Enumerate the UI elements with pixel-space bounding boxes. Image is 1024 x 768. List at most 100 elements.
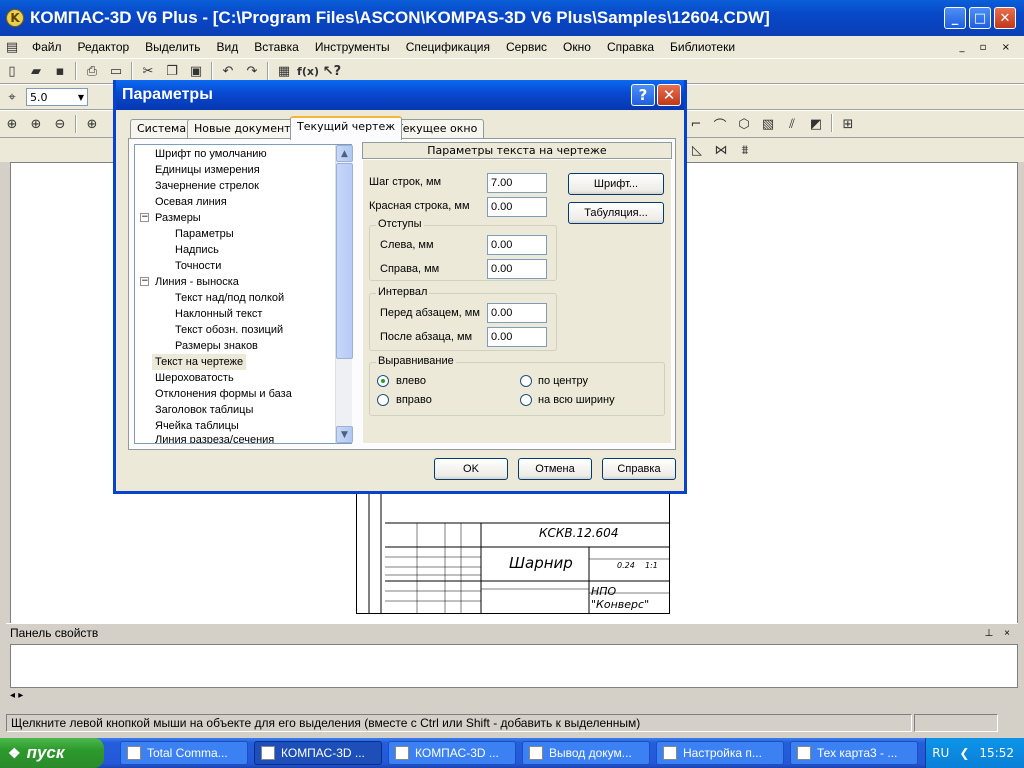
line-step-input[interactable]: 7.00 (487, 173, 547, 193)
menu-insert[interactable]: Вставка (246, 40, 307, 54)
zoom-out-icon[interactable]: ⊖ (50, 114, 70, 134)
collapse-icon[interactable]: − (140, 213, 149, 222)
menu-select[interactable]: Выделить (137, 40, 208, 54)
menu-editor[interactable]: Редактор (70, 40, 138, 54)
tree-item-selected[interactable]: Текст на чертеже (152, 354, 247, 370)
font-button[interactable]: Шрифт... (568, 173, 664, 195)
tree-item[interactable]: Текст над/под полкой (175, 290, 284, 306)
roughness-tool-icon[interactable]: ⩩ (735, 140, 755, 160)
menu-specification[interactable]: Спецификация (398, 40, 498, 54)
tree-item[interactable]: Зачернение стрелок (155, 178, 259, 194)
redo-icon[interactable]: ↷ (242, 61, 262, 81)
tabulation-button[interactable]: Табуляция... (568, 202, 664, 224)
zoom-scale-icon[interactable]: ⊕ (82, 114, 102, 134)
scroll-down-icon[interactable]: ▼ (336, 426, 353, 443)
zoom-window-icon[interactable]: ⊕ (2, 114, 22, 134)
help-button[interactable]: Справка (602, 458, 676, 480)
chamfer-icon[interactable]: ⌐ (686, 114, 706, 134)
app-title-bar[interactable]: K КОМПАС-3D V6 Plus - [C:\Program Files\… (0, 0, 1024, 36)
language-indicator[interactable]: RU (932, 746, 949, 760)
menu-service[interactable]: Сервис (498, 40, 555, 54)
task-word-3[interactable]: Тех карта3 - ... (790, 741, 918, 765)
menu-help[interactable]: Справка (599, 40, 662, 54)
function-icon[interactable]: f(x) (297, 61, 319, 81)
scroll-thumb[interactable] (336, 163, 353, 359)
task-word-2[interactable]: Настройка п... (656, 741, 784, 765)
align-justify-label[interactable]: на всю ширину (538, 394, 615, 406)
after-paragraph-input[interactable]: 0.00 (487, 327, 547, 347)
save-icon[interactable]: ▪ (50, 61, 70, 81)
fill-icon[interactable]: ◩ (806, 114, 826, 134)
open-folder-icon[interactable]: ▰ (26, 61, 46, 81)
task-total-commander[interactable]: Total Comma... (120, 741, 248, 765)
tree-item[interactable]: Размеры (155, 210, 201, 226)
tab-current-window[interactable]: Текущее окно (389, 119, 485, 139)
before-paragraph-input[interactable]: 0.00 (487, 303, 547, 323)
triangle-tool-icon[interactable]: ◺ (687, 140, 707, 160)
curve-icon[interactable]: ⌒ (710, 114, 730, 134)
tree-item[interactable]: Отклонения формы и база (155, 386, 292, 402)
maximize-button[interactable]: □ (969, 7, 991, 29)
tray-arrow-icon[interactable]: ❮ (959, 746, 969, 760)
bookmark-tool-icon[interactable]: ⋈ (711, 140, 731, 160)
preview-icon[interactable]: ▭ (106, 61, 126, 81)
collapse-icon[interactable]: − (140, 277, 149, 286)
task-kompas-2[interactable]: КОМПАС-3D ... (388, 741, 516, 765)
tree-item[interactable]: Надпись (175, 242, 219, 258)
tree-item[interactable]: Текст обозн. позиций (175, 322, 283, 338)
start-button[interactable]: ❖ пуск (0, 738, 104, 768)
tab-system[interactable]: Система (130, 119, 194, 139)
cancel-button[interactable]: Отмена (518, 458, 592, 480)
align-justify-radio[interactable] (520, 394, 532, 406)
tree-scrollbar[interactable]: ▲ ▼ (335, 145, 353, 443)
step-select[interactable]: 5.0 ▼ (26, 88, 88, 106)
menu-view[interactable]: Вид (209, 40, 247, 54)
tree-item[interactable]: Линия - выноска (155, 274, 239, 290)
align-right-radio[interactable] (377, 394, 389, 406)
red-line-input[interactable]: 0.00 (487, 197, 547, 217)
context-help-icon[interactable]: ↖? (322, 61, 342, 81)
panel-pin-close-icons[interactable]: ⊥ × (985, 628, 1014, 639)
align-center-label[interactable]: по центру (538, 375, 588, 387)
task-word-1[interactable]: Вывод докум... (522, 741, 650, 765)
tree-item[interactable]: Осевая линия (155, 194, 227, 210)
align-center-radio[interactable] (520, 375, 532, 387)
cut-icon[interactable]: ✂ (138, 61, 158, 81)
tab-current-drawing[interactable]: Текущий чертеж (290, 116, 403, 140)
calculator-icon[interactable]: ▦ (274, 61, 294, 81)
tree-item[interactable]: Размеры знаков (175, 338, 258, 354)
dialog-help-button[interactable]: ? (631, 84, 655, 106)
close-button[interactable]: ✕ (994, 7, 1016, 29)
zoom-in-icon[interactable]: ⊕ (26, 114, 46, 134)
ok-button[interactable]: OK (434, 458, 508, 480)
tree-item[interactable]: Точности (175, 258, 221, 274)
align-right-label[interactable]: вправо (396, 394, 432, 406)
minimize-button[interactable]: _ (944, 7, 966, 29)
title-block[interactable]: КСКВ.12.604 Шарнир 0.24 1:1 НПО "Конверс… (356, 492, 670, 614)
tree-item[interactable]: Параметры (175, 226, 234, 242)
document-icon[interactable]: ▤ (2, 37, 22, 57)
macro-icon[interactable]: ⊞ (838, 114, 858, 134)
tree-item[interactable]: Наклонный текст (175, 306, 262, 322)
tree-item[interactable]: Линия разреза/сечения (155, 434, 274, 443)
paste-icon[interactable]: ▣ (186, 61, 206, 81)
tree-item[interactable]: Шероховатость (155, 370, 234, 386)
tree-item[interactable]: Шрифт по умолчанию (155, 146, 267, 162)
polygon-icon[interactable]: ⬡ (734, 114, 754, 134)
dialog-close-button[interactable]: ✕ (657, 84, 681, 106)
align-left-label[interactable]: влево (396, 375, 426, 387)
menu-file[interactable]: Файл (24, 40, 70, 54)
task-kompas-1[interactable]: КОМПАС-3D ... (254, 741, 382, 765)
copy-icon[interactable]: ❐ (162, 61, 182, 81)
equidistant-icon[interactable]: ⫽ (782, 114, 802, 134)
hatch-icon[interactable]: ▧ (758, 114, 778, 134)
dialog-title-bar[interactable]: Параметры ? ✕ (116, 80, 684, 110)
tree-item[interactable]: Ячейка таблицы (155, 418, 239, 434)
tree-item[interactable]: Единицы измерения (155, 162, 260, 178)
settings-tree[interactable]: Шрифт по умолчанию Единицы измерения Зач… (134, 144, 353, 444)
tree-item[interactable]: Заголовок таблицы (155, 402, 253, 418)
tab-new-documents[interactable]: Новые документы (187, 119, 307, 139)
mdi-controls[interactable]: _ ▫ × (959, 42, 1016, 53)
panel-nav-arrows[interactable]: ◂ ▸ (10, 690, 23, 706)
print-icon[interactable]: ⎙ (82, 61, 102, 81)
